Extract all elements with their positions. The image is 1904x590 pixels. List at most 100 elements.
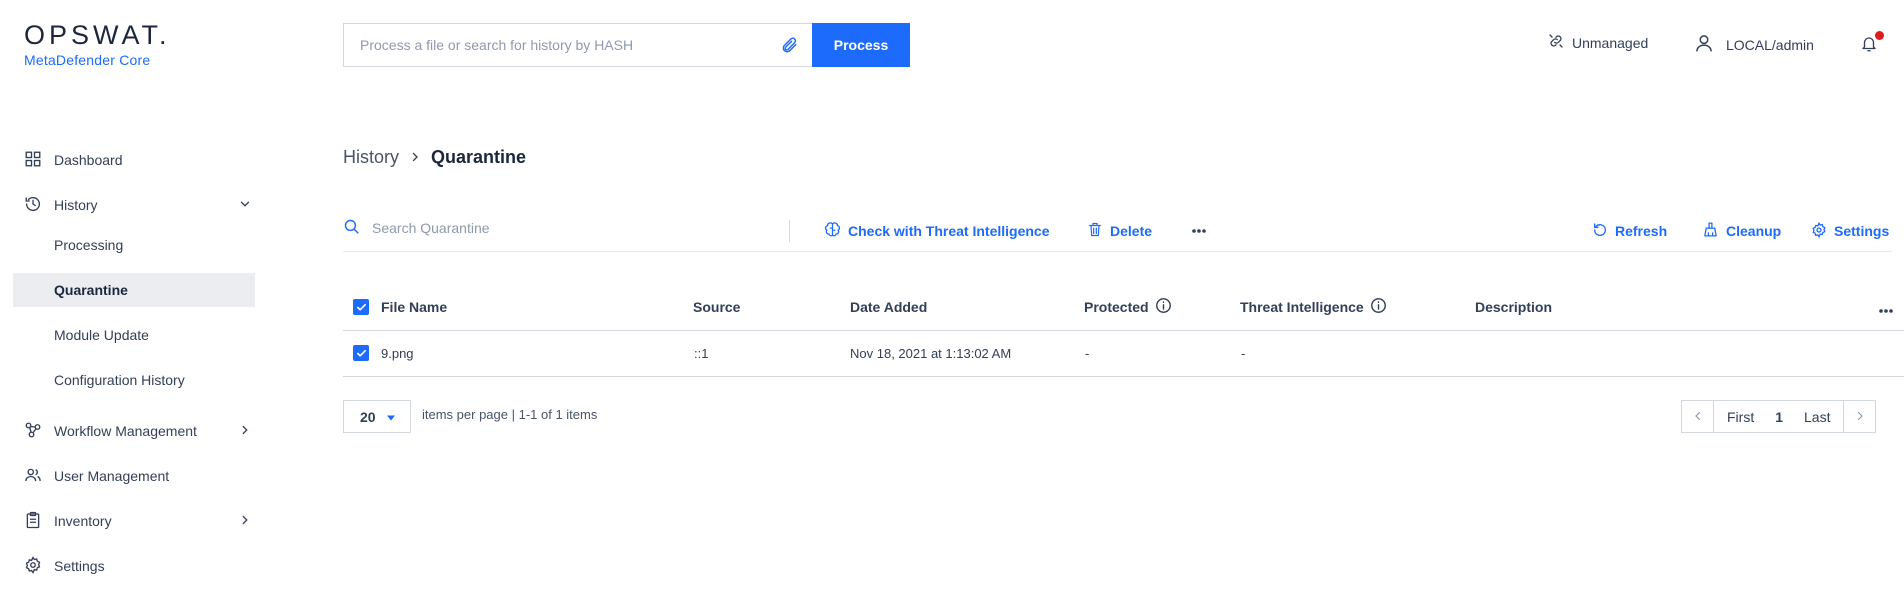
row-cell-file-name[interactable]: 9.png [353,343,414,363]
gear-icon [24,555,42,577]
pager: First 1 Last [1681,400,1877,433]
sidebar-item-inventory[interactable]: Inventory [24,509,252,533]
row-checkbox[interactable] [353,345,369,361]
product-name: MetaDefender Core [24,52,151,68]
notification-badge [1875,31,1884,40]
sidebar-item-settings[interactable]: Settings [24,554,252,578]
search-icon [343,218,360,238]
column-file-name[interactable]: File Name [353,297,447,317]
user-menu[interactable]: LOCAL/admin [1694,33,1814,56]
breadcrumb-quarantine: Quarantine [431,147,527,167]
column-header-label: Source [693,299,741,315]
column-date-added[interactable]: Date Added [850,297,927,317]
next-page-button[interactable] [1843,401,1875,432]
sidebar-item-workflow-management[interactable]: Workflow Management [24,419,252,443]
toolbar-divider-line [343,251,1892,252]
info-icon[interactable] [1155,297,1172,317]
unlink-icon [1548,33,1564,52]
file-name[interactable]: 9.png [381,346,414,361]
sidebar-item-label: Settings [54,558,105,574]
sidebar-subitem-configuration-history[interactable]: Configuration History [13,363,255,397]
user-label: LOCAL/admin [1726,36,1814,53]
sidebar-subitem-processing[interactable]: Processing [13,228,255,262]
column-options-button[interactable] [1878,303,1894,319]
sidebar-item-dashboard[interactable]: Dashboard [24,148,252,172]
trash-icon [1087,221,1103,241]
refresh-label: Refresh [1615,223,1668,239]
sidebar-item-label: Inventory [54,513,112,529]
column-threat-intelligence[interactable]: Threat Intelligence [1240,297,1387,317]
items-per-page-select[interactable]: 20 [343,400,411,433]
brand-logo[interactable]: OPSWAT. MetaDefender Core [24,20,171,68]
info-icon[interactable] [1370,297,1387,317]
sidebar-subitem-quarantine[interactable]: Quarantine [13,273,255,307]
current-page[interactable]: 1 [1767,401,1791,432]
delete-label: Delete [1110,223,1153,239]
select-all-checkbox[interactable] [353,299,369,315]
delete-button[interactable]: Delete [1087,220,1152,242]
quarantine-search[interactable]: Search Quarantine [343,218,490,238]
chevron-right-icon [409,147,421,168]
notifications-button[interactable] [1860,31,1884,57]
gear-icon [1811,221,1827,241]
history-icon [24,195,42,216]
previous-page-button[interactable] [1682,401,1714,432]
breadcrumb-history[interactable]: History [343,147,399,168]
row-cell-threat-intelligence: - [1241,345,1246,361]
column-header-label: Date Added [850,299,928,315]
brand-name: OPSWAT. [24,20,171,50]
more-actions-button[interactable] [1191,224,1207,241]
paperclip-icon[interactable] [778,34,800,56]
chevron-down-icon[interactable] [238,197,252,214]
workflow-icon [24,421,42,442]
dashboard-icon [24,150,42,171]
users-icon [24,466,42,487]
cleanup-button[interactable]: Cleanup [1702,220,1781,242]
settings-button[interactable]: Settings [1811,220,1889,242]
clipboard-icon [24,511,42,532]
cleanup-label: Cleanup [1726,223,1782,239]
brain-icon [824,221,841,241]
chevron-left-icon [1692,409,1704,425]
column-header-label: Protected [1084,299,1149,315]
quarantine-search-input[interactable]: Search Quarantine [372,220,490,236]
breadcrumb: History Quarantine [343,147,526,168]
settings-label: Settings [1834,223,1890,239]
sidebar-item-label: History [54,197,98,213]
check-threat-intelligence-label: Check with Threat Intelligence [848,223,1050,239]
user-icon [1694,33,1714,56]
sidebar-item-label: User Management [54,468,170,484]
sidebar-item-label: Dashboard [54,152,123,168]
chevron-right-icon[interactable] [238,423,252,440]
chevron-right-icon[interactable] [238,513,252,530]
broom-icon [1702,221,1719,241]
check-threat-intelligence-button[interactable]: Check with Threat Intelligence [824,220,1050,242]
column-header-label: File Name [381,299,448,315]
column-header-label: Threat Intelligence [1240,299,1364,315]
first-page-button[interactable]: First [1714,401,1767,432]
global-search-input[interactable]: Process a file or search for history by … [344,37,778,53]
row-cell-protected: - [1085,345,1090,361]
toolbar-divider [789,220,790,242]
unmanaged-label: Unmanaged [1572,34,1649,51]
row-divider [343,376,1904,377]
column-description[interactable]: Description [1475,297,1552,317]
row-cell-source: ::1 [694,345,709,361]
items-per-page-value: 20 [360,408,376,425]
refresh-button[interactable]: Refresh [1592,220,1667,242]
process-button[interactable]: Process [812,23,910,67]
sidebar-item-history[interactable]: History [24,193,252,217]
chevron-right-icon [1854,409,1866,425]
sidebar-subitem-module-update[interactable]: Module Update [13,318,255,352]
global-search[interactable]: Process a file or search for history by … [343,23,812,67]
refresh-icon [1592,222,1608,241]
bell-icon [1860,37,1878,57]
column-protected[interactable]: Protected [1084,297,1172,317]
more-horizontal-icon [1191,225,1207,241]
last-page-button[interactable]: Last [1791,401,1843,432]
sidebar-item-user-management[interactable]: User Management [24,464,252,488]
sidebar-item-label: Workflow Management [54,423,197,439]
unmanaged-status[interactable]: Unmanaged [1548,33,1648,52]
caret-down-icon [386,409,396,425]
column-source[interactable]: Source [693,297,740,317]
